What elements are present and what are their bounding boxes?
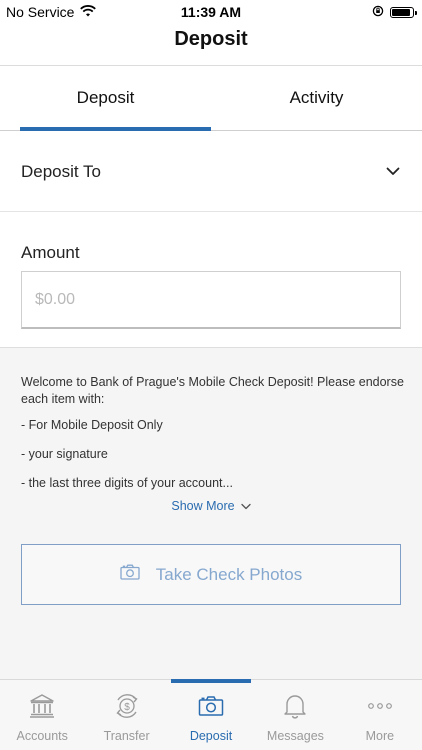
deposit-to-label: Deposit To: [21, 161, 102, 181]
nav-deposit[interactable]: Deposit: [169, 679, 253, 750]
status-bar: No Service 11:39 AM: [0, 0, 422, 24]
show-more-button[interactable]: Show More: [0, 499, 422, 513]
nav-more[interactable]: More: [338, 680, 422, 750]
chevron-down-icon: [240, 499, 251, 513]
camera-icon: [198, 692, 224, 720]
nav-transfer[interactable]: $ Transfer: [84, 680, 168, 750]
info-section: Welcome to Bank of Prague's Mobile Check…: [0, 347, 422, 679]
tab-deposit[interactable]: Deposit: [0, 66, 211, 131]
show-more-label: Show More: [171, 499, 235, 513]
tab-activity[interactable]: Activity: [211, 66, 422, 130]
segment-tabs: Deposit Activity: [0, 66, 422, 131]
camera-icon: [120, 564, 140, 585]
amount-label: Amount: [21, 243, 80, 262]
info-intro: Welcome to Bank of Prague's Mobile Check…: [21, 375, 404, 406]
status-right: [372, 4, 417, 20]
info-item: - your signature: [21, 447, 108, 461]
take-check-photos-label: Take Check Photos: [155, 564, 303, 584]
svg-text:$: $: [124, 702, 130, 713]
nav-more-label: More: [365, 729, 395, 743]
orientation-lock-icon: [372, 4, 384, 20]
info-item: - the last three digits of your account.…: [21, 476, 233, 490]
carrier-text: No Service: [6, 4, 75, 20]
bottom-tab-bar: Accounts $ Transfer Deposit Messages Mor…: [0, 679, 422, 750]
battery-fill: [392, 8, 410, 16]
battery-icon: [390, 6, 417, 18]
wifi-icon: [80, 4, 97, 20]
nav-messages-label: Messages: [266, 729, 324, 743]
nav-transfer-label: Transfer: [103, 729, 150, 743]
nav-messages[interactable]: Messages: [253, 680, 337, 750]
nav-deposit-label: Deposit: [189, 729, 233, 743]
nav-accounts[interactable]: Accounts: [0, 680, 84, 750]
amount-input[interactable]: [21, 271, 401, 329]
more-dots-icon: [367, 692, 393, 720]
info-item: - For Mobile Deposit Only: [21, 418, 163, 432]
deposit-to-selector[interactable]: Deposit To: [0, 132, 422, 212]
take-check-photos-button[interactable]: Take Check Photos: [21, 544, 401, 605]
transfer-dollar-icon: $: [113, 692, 141, 720]
page-title: Deposit: [174, 28, 248, 50]
chevron-down-icon: [386, 163, 400, 181]
status-left: No Service: [6, 4, 97, 20]
bell-icon: [283, 692, 307, 720]
nav-accounts-label: Accounts: [16, 729, 68, 743]
bank-icon: [29, 692, 55, 720]
